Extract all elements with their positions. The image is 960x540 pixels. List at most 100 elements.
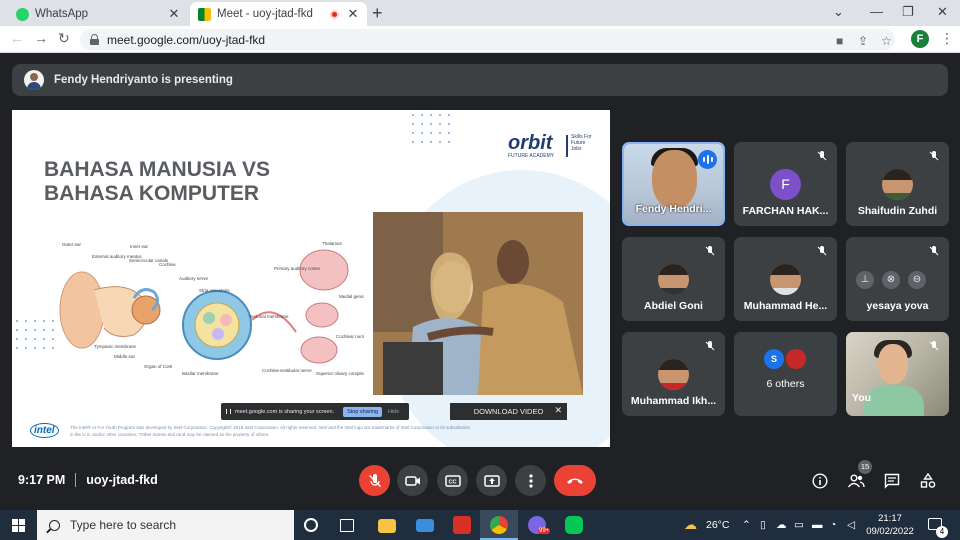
share-icon[interactable]: ⇪ (858, 34, 868, 48)
mic-off-icon (817, 151, 827, 161)
download-label: DOWNLOAD VIDEO (473, 407, 544, 416)
participant-tile-others[interactable]: S 6 others (734, 332, 837, 416)
participant-name: Muhammad Ikh... (630, 395, 717, 407)
captions-button[interactable]: CC (437, 465, 468, 496)
meeting-details-button[interactable] (810, 471, 830, 491)
svg-text:Cochlea: Cochlea (159, 262, 176, 267)
activities-button[interactable] (918, 471, 938, 491)
close-window-icon[interactable]: ✕ (937, 4, 948, 20)
chevron-up-icon[interactable]: ⌃ (742, 519, 751, 531)
camera-icon[interactable]: ■ (836, 34, 843, 48)
svg-text:Auditory nerve: Auditory nerve (179, 276, 209, 281)
windows-start-icon[interactable] (12, 519, 25, 532)
wifi-icon[interactable]: ◔ (830, 519, 836, 531)
tile-hover-controls: ⊥ ⊗ ⊖ (856, 271, 926, 289)
others-avatars: S (764, 349, 806, 369)
participant-name: Abdiel Goni (644, 300, 703, 312)
participant-tile[interactable]: Abdiel Goni (622, 237, 725, 321)
cortana-icon[interactable] (304, 518, 318, 532)
chrome-taskbar-active[interactable] (480, 510, 518, 540)
camera-toggle-button[interactable] (397, 465, 428, 496)
people-count-badge: 15 (858, 460, 872, 474)
back-icon[interactable]: ← (10, 30, 24, 46)
tab-meet[interactable]: Meet - uoy-jtad-fkd ✕ (190, 2, 367, 26)
system-clock[interactable]: 21:17 09/02/2022 (864, 512, 916, 538)
download-video-bar[interactable]: DOWNLOAD VIDEO ✕ (450, 403, 567, 420)
stop-sharing-button[interactable]: Stop sharing (343, 406, 382, 417)
bookmark-star-icon[interactable]: ☆ (881, 34, 892, 48)
restore-icon[interactable]: ❐ (902, 4, 914, 20)
profile-avatar[interactable]: F (911, 30, 929, 48)
hide-link[interactable]: Hide (388, 409, 399, 415)
participant-tile-self[interactable]: You (846, 332, 949, 416)
meeting-code: uoy-jtad-fkd (86, 473, 158, 487)
svg-text:Medial geniculate body: Medial geniculate body (339, 294, 364, 299)
close-icon[interactable]: ✕ (554, 405, 562, 416)
menu-icon[interactable]: ⋮ (940, 30, 954, 47)
orbit-logo: orbit FUTURE ACADEMY Skills For Future J… (508, 132, 592, 162)
participant-name: Shaifudin Zuhdi (857, 205, 938, 217)
tab-whatsapp[interactable]: WhatsApp ✕ (8, 2, 188, 26)
task-view-icon[interactable] (340, 519, 354, 532)
video-camera-icon (404, 475, 420, 486)
address-bar[interactable]: meet.google.com/uoy-jtad-fkd ■ ⇪ ☆ (80, 29, 895, 50)
meeting-time: 9:17 PM (18, 473, 66, 487)
chat-button[interactable] (882, 471, 902, 491)
temperature[interactable]: 26°C (706, 519, 729, 531)
hang-up-icon (567, 478, 583, 484)
minimize-icon[interactable]: — (870, 4, 883, 19)
participant-tile[interactable]: Muhammad He... (734, 237, 837, 321)
pin-icon[interactable]: ⊥ (856, 271, 874, 289)
participant-tile[interactable]: F FARCHAN HAK... (734, 142, 837, 226)
participant-tile[interactable]: Shaifudin Zuhdi (846, 142, 949, 226)
avatar (770, 264, 801, 295)
mail-icon[interactable] (416, 519, 434, 532)
people-button[interactable] (846, 471, 866, 491)
battery-icon[interactable]: ▬ (812, 519, 823, 531)
present-now-button[interactable] (476, 465, 507, 496)
avatar (658, 264, 689, 295)
mute-participant-icon[interactable]: ⊗ (882, 271, 900, 289)
closed-captions-icon: CC (444, 474, 461, 487)
svg-text:Inner ear: Inner ear (130, 244, 149, 249)
svg-text:Thalamus: Thalamus (322, 241, 343, 246)
participant-tile[interactable]: Muhammad Ikh... (622, 332, 725, 416)
close-tab-icon[interactable]: ✕ (166, 6, 182, 22)
participant-tile[interactable]: ⊥ ⊗ ⊖ yesaya yova (846, 237, 949, 321)
participant-name: FARCHAN HAK... (742, 205, 829, 217)
participant-tile-speaker[interactable]: Fendy Hendri... (622, 142, 725, 226)
new-tab-button[interactable]: + (372, 3, 383, 24)
windows-taskbar: Type here to search 99+ ☁ 26°C ⌃ ▯ ☁ ▭ ▬… (0, 510, 960, 540)
taskbar-search-box[interactable]: Type here to search (37, 510, 294, 540)
mic-off-icon (705, 341, 715, 351)
weather-icon[interactable]: ☁ (684, 517, 697, 533)
presenter-avatar (24, 70, 44, 90)
lock-icon (90, 34, 99, 45)
remove-icon[interactable]: ⊖ (908, 271, 926, 289)
wps-office-icon[interactable] (453, 516, 471, 534)
presenting-text: Fendy Hendriyanto is presenting (54, 74, 233, 86)
participant-name: Fendy Hendri... (635, 203, 712, 215)
device-icon[interactable]: ▯ (760, 519, 766, 531)
volume-icon[interactable]: ◁ (847, 519, 855, 531)
tab-search-icon[interactable]: ⌄ (833, 4, 844, 20)
close-tab-icon[interactable]: ✕ (345, 6, 361, 22)
divider (75, 473, 77, 487)
tab-label: WhatsApp (35, 8, 89, 20)
leave-call-button[interactable] (554, 465, 596, 496)
avatar (658, 359, 689, 390)
whatsapp-icon (16, 7, 29, 21)
tray-app-icon[interactable]: ▭ (794, 519, 804, 531)
line-app-icon[interactable] (565, 516, 583, 534)
more-options-button[interactable] (515, 465, 546, 496)
svg-text:Stria vascularis: Stria vascularis (199, 288, 230, 293)
file-explorer-icon[interactable] (378, 519, 396, 533)
brand-divider (566, 135, 568, 157)
cloud-icon[interactable]: ☁ (776, 519, 787, 531)
forward-icon[interactable]: → (34, 30, 48, 46)
browser-tab-bar: WhatsApp ✕ Meet - uoy-jtad-fkd ✕ + ⌄ — ❐… (0, 0, 960, 26)
reload-icon[interactable]: ↻ (58, 30, 70, 47)
share-notice-text: meet.google.com is sharing your screen. (235, 408, 335, 415)
mic-toggle-button[interactable] (359, 465, 390, 496)
svg-text:Outer ear: Outer ear (62, 242, 82, 247)
